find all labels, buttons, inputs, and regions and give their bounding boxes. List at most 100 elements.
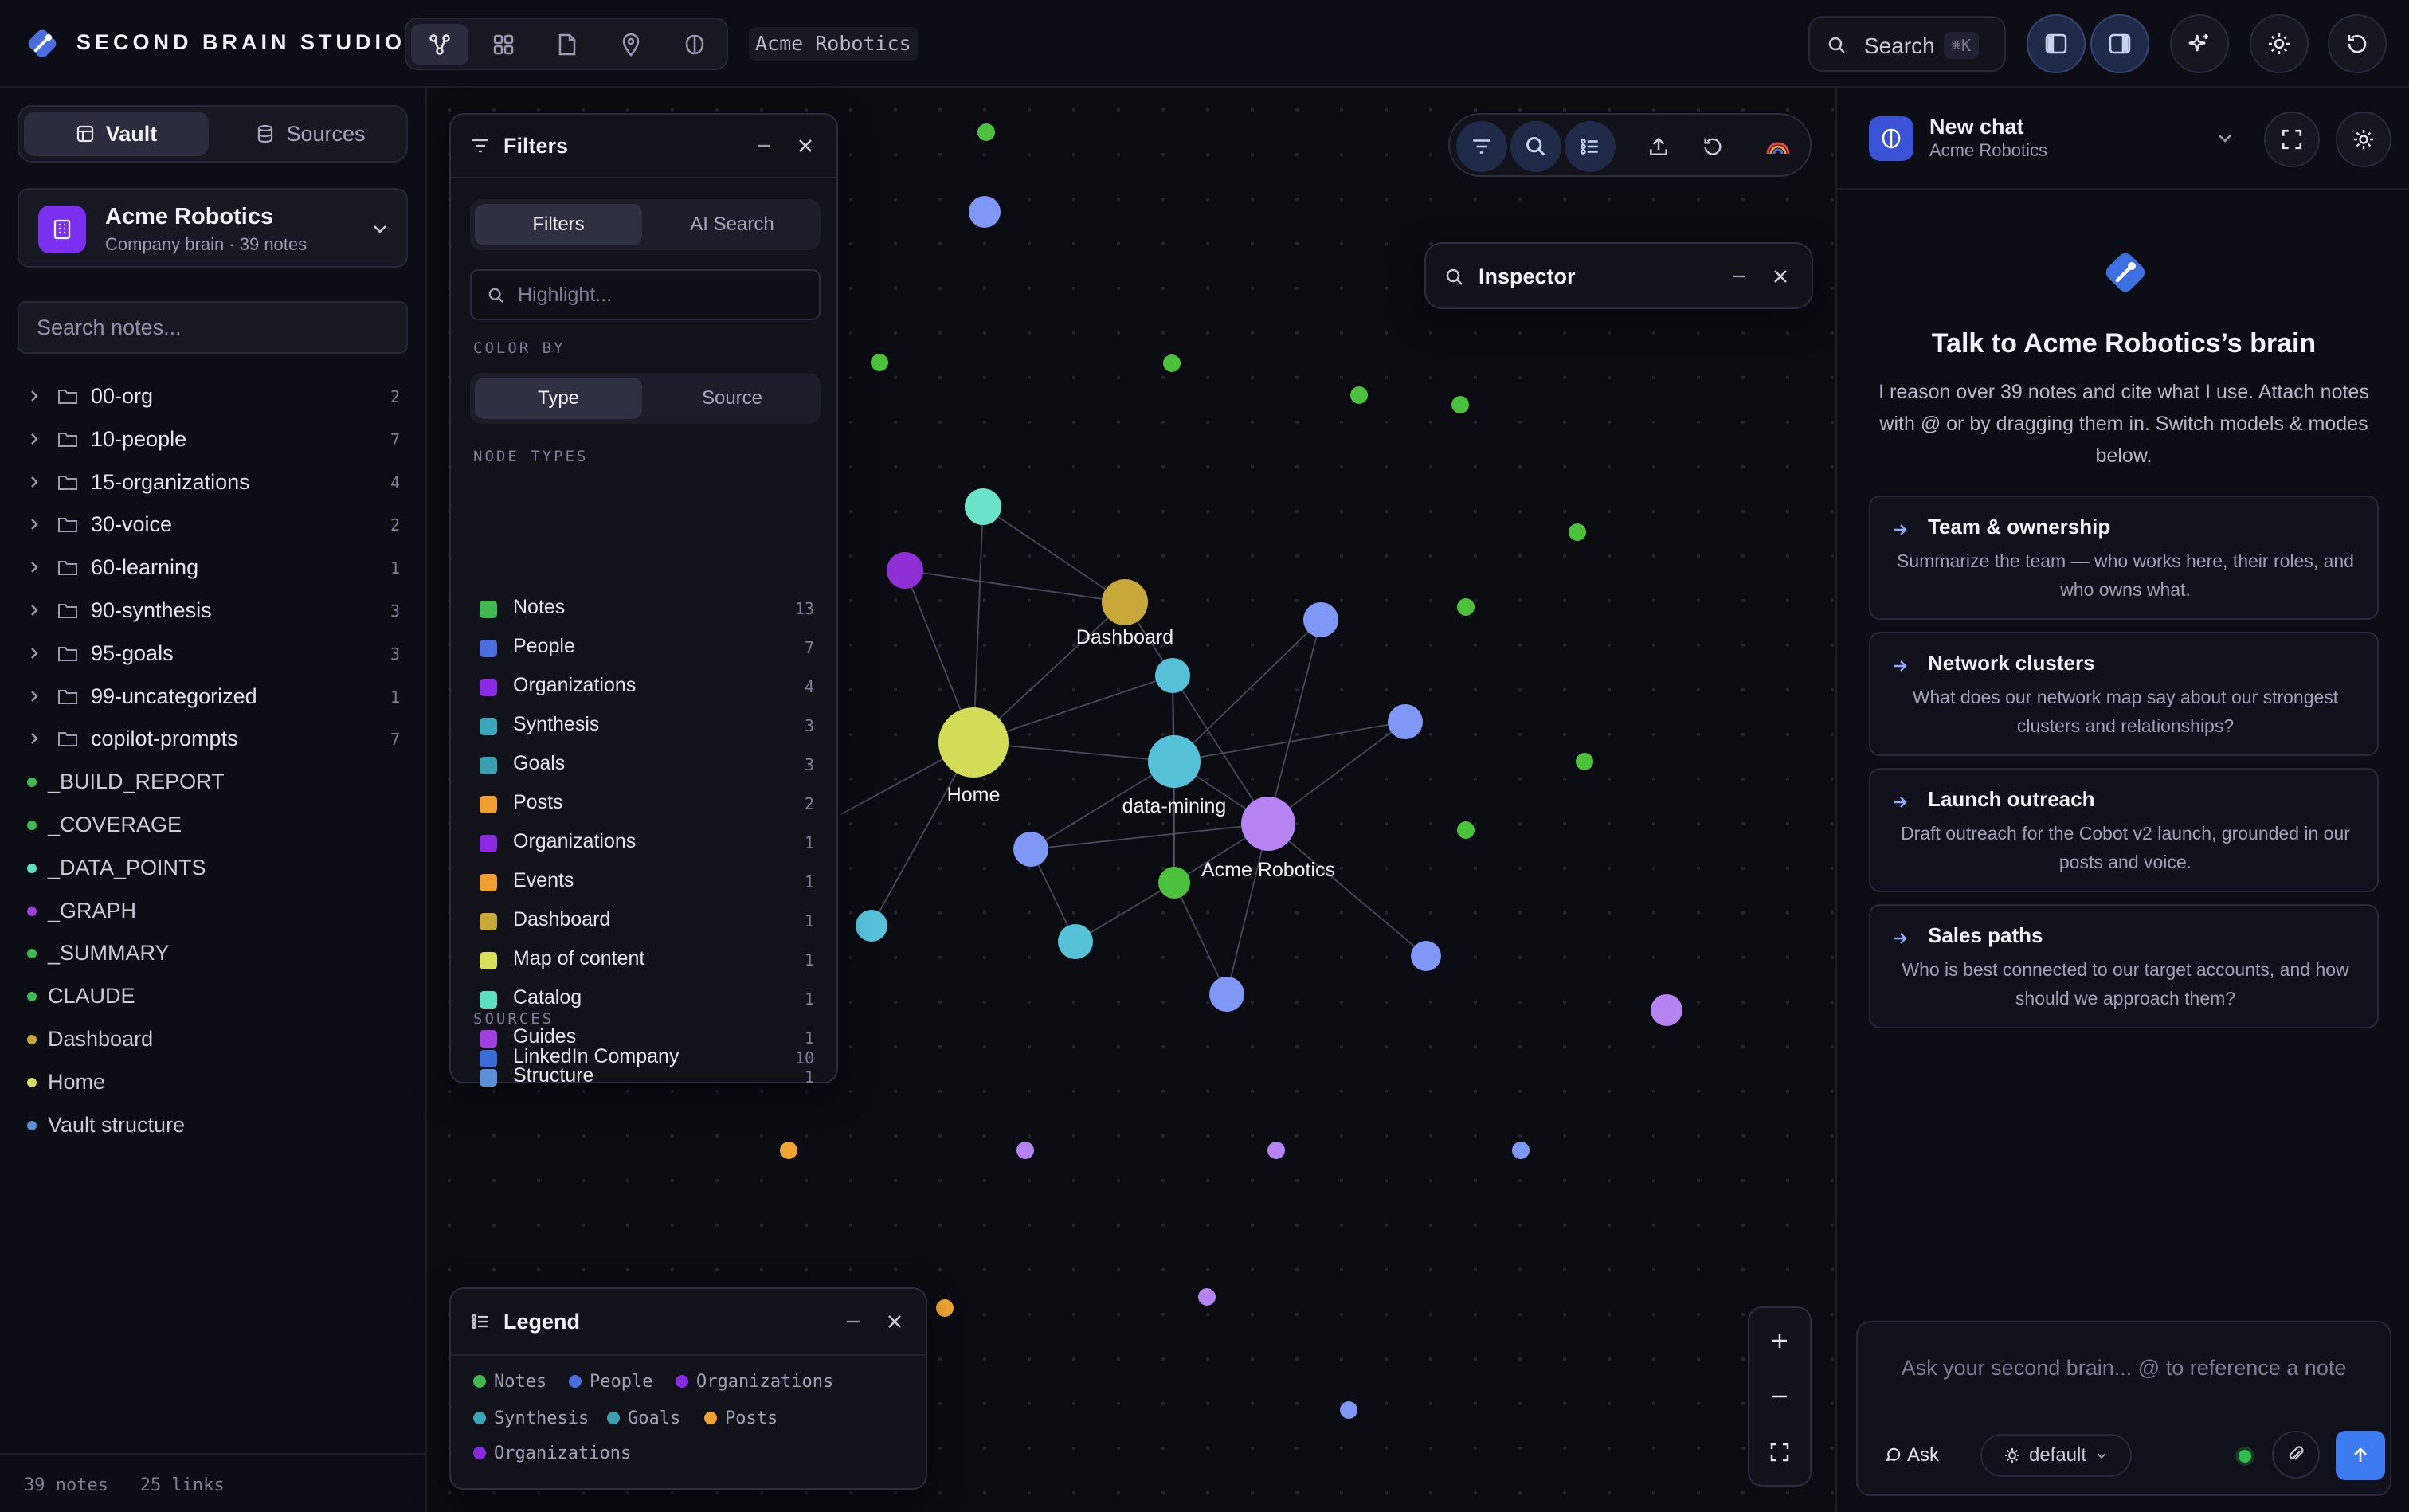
toggle-left-panel-button[interactable]	[2027, 14, 2086, 73]
file-item[interactable]: CLAUDE	[0, 974, 427, 1017]
folder-item[interactable]: copilot-prompts 7	[0, 717, 427, 760]
file-item[interactable]: _DATA_POINTS	[0, 846, 427, 889]
suggestion-card[interactable]: Network clusters What does our network ma…	[1869, 632, 2379, 756]
graph-node[interactable]	[1411, 941, 1441, 971]
node-type-filter[interactable]: Dashboard 1	[480, 905, 814, 937]
graph-node[interactable]	[938, 707, 1009, 778]
theme-toggle-button[interactable]	[2250, 14, 2309, 73]
file-item[interactable]: _SUMMARY	[0, 931, 427, 974]
graph-node[interactable]	[1651, 994, 1682, 1026]
chat-settings-button[interactable]	[2336, 112, 2391, 167]
brain-view-button[interactable]	[666, 24, 723, 65]
model-selector[interactable]: default	[1980, 1434, 2132, 1477]
graph-node[interactable]	[1267, 1142, 1285, 1159]
map-view-button[interactable]	[602, 24, 660, 65]
graph-node[interactable]	[1058, 924, 1093, 959]
graph-node[interactable]	[977, 123, 995, 141]
chevron-right-icon[interactable]	[27, 731, 41, 746]
folder-item[interactable]: 10-people 7	[0, 417, 427, 460]
chevron-right-icon[interactable]	[27, 689, 41, 703]
filters-toggle-button[interactable]	[1456, 121, 1507, 172]
node-type-filter[interactable]: Goals 3	[480, 749, 814, 781]
file-item[interactable]: _COVERAGE	[0, 803, 427, 846]
highlight-input[interactable]: Highlight...	[470, 269, 821, 320]
chevron-right-icon[interactable]	[27, 560, 41, 574]
graph-node[interactable]	[887, 552, 923, 589]
close-icon[interactable]	[795, 135, 816, 156]
folder-item[interactable]: 30-voice 2	[0, 503, 427, 546]
inspector-toggle-button[interactable]	[1510, 121, 1561, 172]
graph-node[interactable]	[1148, 735, 1201, 788]
graph-node[interactable]	[1016, 1142, 1034, 1159]
graph-node[interactable]	[965, 488, 1001, 525]
legend-toggle-button[interactable]	[1565, 121, 1616, 172]
chevron-right-icon[interactable]	[27, 646, 41, 660]
node-type-filter[interactable]: People 7	[480, 632, 814, 664]
send-button[interactable]	[2336, 1431, 2385, 1480]
chevron-down-icon[interactable]	[2215, 127, 2235, 148]
global-search-button[interactable]: Search ⌘K	[1808, 16, 2006, 72]
file-item[interactable]: Vault structure	[0, 1103, 427, 1146]
graph-node[interactable]	[969, 196, 1001, 228]
close-icon[interactable]	[884, 1311, 905, 1332]
suggestion-card[interactable]: Sales paths Who is best connected to our …	[1869, 904, 2379, 1028]
graph-node[interactable]	[871, 354, 888, 371]
attach-button[interactable]	[2272, 1431, 2320, 1479]
folder-item[interactable]: 60-learning 1	[0, 546, 427, 589]
tab-filters[interactable]: Filters	[475, 204, 642, 245]
graph-node[interactable]	[1158, 867, 1190, 899]
graph-node[interactable]	[1576, 753, 1593, 770]
color-by-source[interactable]: Source	[648, 378, 816, 419]
folder-item[interactable]: 95-goals 3	[0, 632, 427, 675]
graph-node[interactable]	[1102, 579, 1148, 625]
workspace-chip[interactable]: Acme Robotics	[749, 27, 918, 61]
file-item[interactable]: Home	[0, 1060, 427, 1103]
graph-node[interactable]	[1388, 704, 1423, 739]
toggle-right-panel-button[interactable]	[2090, 14, 2149, 73]
graph-node[interactable]	[1209, 977, 1244, 1012]
notes-search-input[interactable]: Search notes...	[18, 301, 408, 354]
chevron-right-icon[interactable]	[27, 432, 41, 446]
export-button[interactable]	[1633, 121, 1684, 172]
tab-ai-search[interactable]: AI Search	[648, 204, 816, 245]
folder-item[interactable]: 90-synthesis 3	[0, 589, 427, 632]
graph-node[interactable]	[1241, 797, 1295, 851]
mode-ask-button[interactable]: Ask	[1870, 1434, 1953, 1477]
file-item[interactable]: _GRAPH	[0, 889, 427, 932]
graph-node[interactable]	[1569, 523, 1586, 541]
close-icon[interactable]	[1770, 266, 1791, 287]
folder-item[interactable]: 15-organizations 4	[0, 460, 427, 503]
node-type-filter[interactable]: Organizations 1	[480, 827, 814, 859]
graph-node[interactable]	[1013, 832, 1048, 867]
page-view-button[interactable]	[539, 24, 596, 65]
graph-node[interactable]	[1340, 1401, 1357, 1419]
graph-node[interactable]	[1512, 1142, 1530, 1159]
source-filter[interactable]: LinkedIn Company 10	[480, 1042, 814, 1074]
node-type-filter[interactable]: Map of content 1	[480, 944, 814, 976]
suggestion-card[interactable]: Launch outreach Draft outreach for the Co…	[1869, 768, 2379, 892]
zoom-in-button[interactable]	[1749, 1313, 1810, 1369]
vault-switcher[interactable]: Acme Robotics Company brain · 39 notes	[18, 188, 408, 268]
tab-sources[interactable]: Sources	[218, 112, 403, 156]
tab-vault[interactable]: Vault	[24, 112, 209, 156]
graph-node[interactable]	[1303, 602, 1338, 637]
expand-chat-button[interactable]	[2264, 112, 2320, 167]
node-type-filter[interactable]: Events 1	[480, 866, 814, 898]
node-type-filter[interactable]: Notes 13	[480, 593, 814, 625]
fit-view-button[interactable]	[1749, 1424, 1810, 1480]
chat-input[interactable]: Ask your second brain... @ to reference …	[1858, 1356, 2390, 1381]
chevron-right-icon[interactable]	[27, 475, 41, 489]
ai-assist-button[interactable]	[2170, 14, 2229, 73]
file-item[interactable]: _BUILD_REPORT	[0, 760, 427, 803]
color-by-type[interactable]: Type	[475, 378, 642, 419]
graph-node[interactable]	[780, 1142, 797, 1159]
graph-node[interactable]	[1457, 821, 1475, 839]
graph-node[interactable]	[1451, 396, 1469, 413]
reload-button[interactable]	[2328, 14, 2387, 73]
chevron-right-icon[interactable]	[27, 389, 41, 403]
suggestion-card[interactable]: Team & ownership Summarize the team — who…	[1869, 496, 2379, 620]
rainbow-color-button[interactable]	[1753, 121, 1804, 172]
graph-view-button[interactable]	[411, 24, 468, 65]
graph-node[interactable]	[856, 910, 887, 942]
node-type-filter[interactable]: Synthesis 3	[480, 710, 814, 742]
